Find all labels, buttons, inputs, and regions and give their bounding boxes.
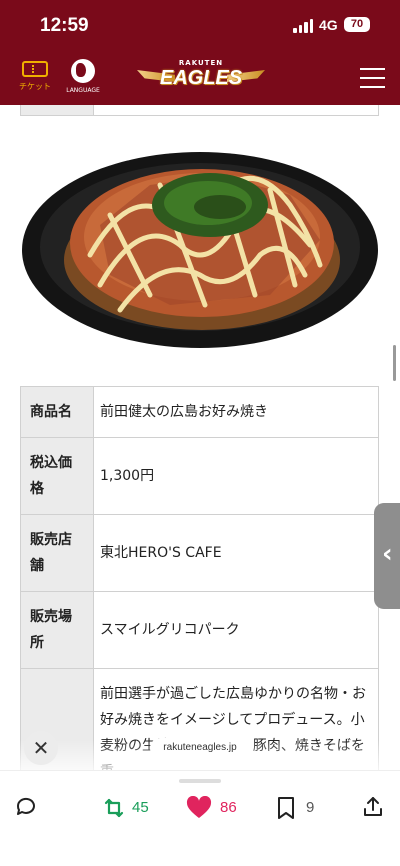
repost-count: 45: [132, 799, 149, 816]
row-value: 1,300円: [93, 437, 379, 515]
language-label: LANGUAGE: [66, 87, 100, 94]
like-count: 86: [220, 799, 237, 816]
battery-indicator: 70: [344, 17, 370, 32]
table-row: 商品名 前田健太の広島お好み焼き: [20, 386, 379, 438]
side-drawer-tab[interactable]: ‹: [374, 503, 400, 609]
share-button[interactable]: [361, 795, 385, 821]
bookmark-count: 9: [306, 799, 315, 816]
bottom-toolbar: 45 86 9: [0, 770, 400, 866]
eagles-logo[interactable]: RAKUTEN EAGLES: [137, 56, 265, 98]
logo-main-text: EAGLES: [159, 67, 243, 89]
row-value: 東北HERO'S CAFE: [93, 514, 379, 592]
repost-button[interactable]: 45: [102, 795, 162, 821]
table-row: 販売店舗 東北HERO'S CAFE: [20, 514, 379, 592]
close-icon: ✕: [32, 736, 50, 760]
share-icon: [364, 797, 382, 816]
row-label: 商品名: [20, 386, 94, 438]
okonomiyaki-photo: [22, 152, 378, 348]
bookmark-icon: [278, 797, 294, 819]
comment-icon: [16, 797, 35, 815]
comment-button[interactable]: [14, 795, 38, 821]
site-header: チケット LANGUAGE RAKUTEN EAGLES: [0, 50, 400, 105]
row-label: 販売店舗: [20, 514, 94, 592]
ticket-label: チケット: [19, 82, 51, 91]
table-row: 販売場所 スマイルグリコパーク: [20, 591, 379, 669]
status-bar: 12:59 4G 70: [0, 0, 400, 50]
row-label: 税込価格: [20, 437, 94, 515]
like-button[interactable]: 86: [186, 795, 246, 821]
row-label: 販売場所: [20, 591, 94, 669]
repost-icon: [104, 798, 124, 818]
ticket-icon: [22, 61, 48, 77]
drag-handle[interactable]: [179, 779, 221, 783]
network-type: 4G: [319, 17, 338, 33]
bookmark-button[interactable]: 9: [276, 795, 326, 821]
row-value: 前田健太の広島お好み焼き: [93, 386, 379, 438]
menu-icon[interactable]: [360, 68, 385, 88]
ticket-button[interactable]: チケット: [18, 61, 52, 92]
close-button[interactable]: ✕: [24, 731, 58, 765]
signal-icon: [293, 19, 315, 33]
table-row: 税込価格 1,300円: [20, 437, 379, 515]
status-time: 12:59: [40, 15, 89, 36]
page-content: 商品名 前田健太の広島お好み焼き 税込価格 1,300円 販売店舗 東北HERO…: [0, 105, 400, 770]
previous-table-edge: [20, 105, 379, 116]
heart-icon: [186, 796, 212, 818]
chevron-left-icon: ‹: [382, 539, 393, 569]
language-button[interactable]: LANGUAGE: [65, 59, 101, 94]
product-info-table: 商品名 前田健太の広島お好み焼き 税込価格 1,300円 販売店舗 東北HERO…: [20, 386, 379, 770]
row-value: スマイルグリコパーク: [93, 591, 379, 669]
url-pill[interactable]: rakuteneagles.jp: [150, 738, 250, 758]
logo-top-text: RAKUTEN: [178, 59, 224, 67]
scrollbar[interactable]: [393, 345, 396, 381]
globe-icon: [71, 59, 95, 83]
